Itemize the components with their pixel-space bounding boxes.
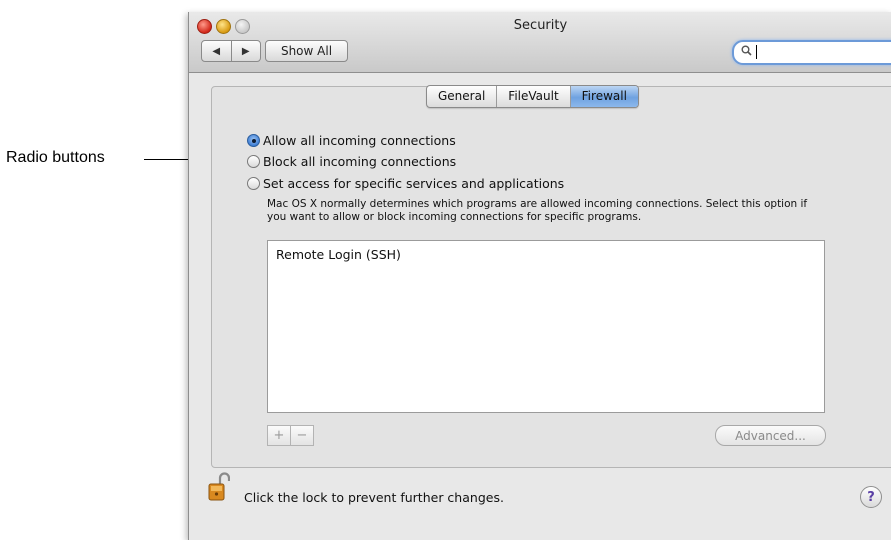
forward-button[interactable]: ▶ xyxy=(232,41,261,61)
lock-message: Click the lock to prevent further change… xyxy=(244,490,504,505)
radio-label: Set access for specific services and app… xyxy=(263,176,565,191)
advanced-button[interactable]: Advanced... xyxy=(715,425,826,446)
radio-label: Allow all incoming connections xyxy=(263,133,456,148)
radio-block-all[interactable]: Block all incoming connections xyxy=(247,154,456,169)
services-list[interactable]: Remote Login (SSH) xyxy=(267,240,825,413)
back-button[interactable]: ◀ xyxy=(202,41,232,61)
tab-filevault[interactable]: FileVault xyxy=(497,86,571,107)
search-field[interactable] xyxy=(732,40,891,65)
magnifier-icon xyxy=(741,45,752,59)
radio-specific-access[interactable]: Set access for specific services and app… xyxy=(247,176,564,191)
annotation-label: Radio buttons xyxy=(6,149,105,166)
firewall-description: Mac OS X normally determines which progr… xyxy=(267,198,808,223)
tab-firewall[interactable]: Firewall xyxy=(570,86,638,107)
security-window: Security ◀ ▶ Show All General FileVault … xyxy=(188,12,891,540)
radio-button[interactable] xyxy=(247,177,260,190)
remove-button[interactable]: − xyxy=(291,426,313,445)
radio-button[interactable] xyxy=(247,155,260,168)
add-button[interactable]: + xyxy=(268,426,291,445)
tab-general[interactable]: General xyxy=(427,86,498,107)
radio-button-checked[interactable] xyxy=(247,134,260,147)
back-forward-control: ◀ ▶ xyxy=(201,40,261,62)
list-item[interactable]: Remote Login (SSH) xyxy=(276,247,401,262)
tab-bar: General FileVault Firewall xyxy=(426,85,639,108)
radio-label: Block all incoming connections xyxy=(263,154,457,169)
title-bar: Security ◀ ▶ Show All xyxy=(189,12,891,73)
search-caret xyxy=(756,45,757,59)
open-lock-icon[interactable] xyxy=(208,472,231,502)
window-title: Security xyxy=(513,18,568,33)
radio-allow-all[interactable]: Allow all incoming connections xyxy=(247,133,456,148)
show-all-button[interactable]: Show All xyxy=(265,40,348,62)
help-button[interactable]: ? xyxy=(860,486,882,508)
add-remove-control: + − xyxy=(267,425,314,446)
